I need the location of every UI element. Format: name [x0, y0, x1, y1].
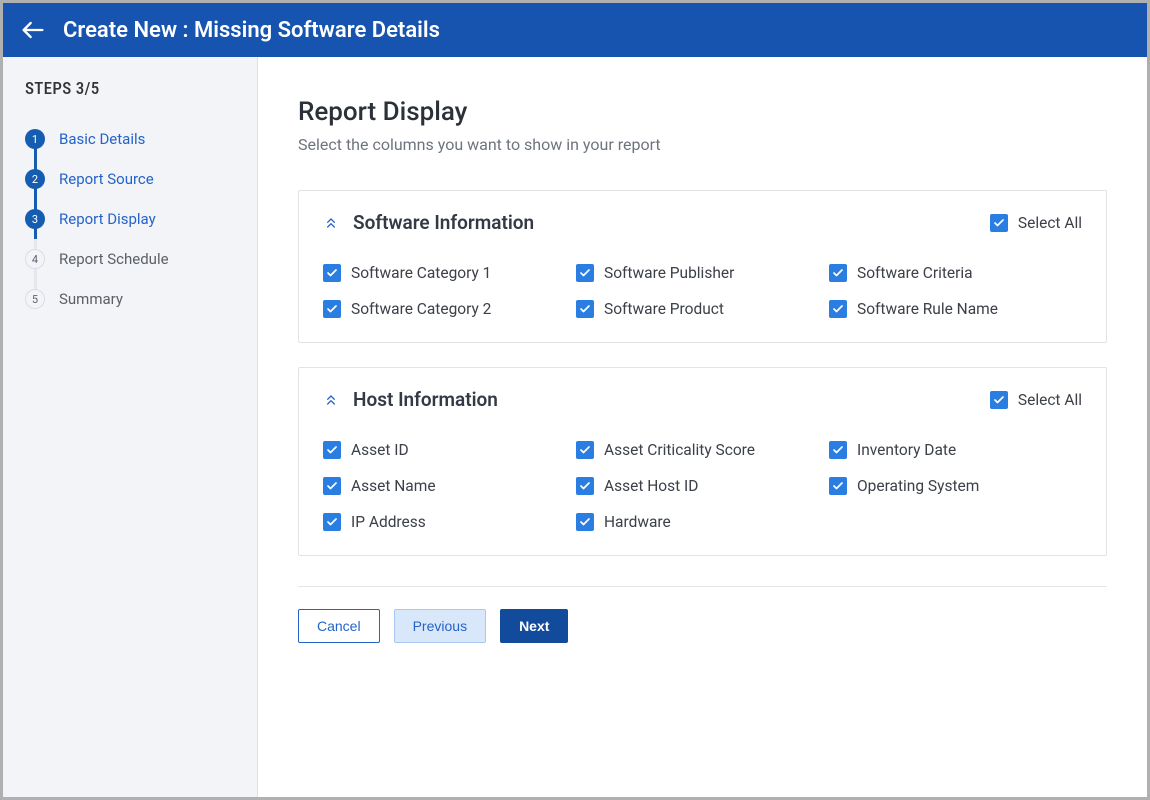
column-checkbox[interactable]: Operating System: [829, 477, 1082, 495]
column-label: Software Rule Name: [857, 300, 998, 318]
column-checkbox[interactable]: Asset Name: [323, 477, 576, 495]
select-all-checkbox[interactable]: Select All: [990, 391, 1082, 409]
checkbox-icon: [829, 264, 847, 282]
next-button[interactable]: Next: [500, 609, 568, 643]
step-label: Report Source: [59, 170, 154, 188]
column-label: Software Product: [604, 300, 724, 318]
checkbox-icon: [323, 264, 341, 282]
step-number: 2: [25, 169, 45, 189]
checkbox-icon: [990, 391, 1008, 409]
app-frame: Create New : Missing Software Details ST…: [3, 3, 1147, 797]
column-label: Hardware: [604, 513, 671, 531]
collapse-icon[interactable]: [323, 392, 339, 408]
section-software-information: Software Information Select All Software C…: [298, 190, 1107, 343]
select-all-label: Select All: [1018, 214, 1082, 232]
column-label: Asset Criticality Score: [604, 441, 755, 459]
page-title: Report Display: [298, 97, 1107, 127]
select-all-label: Select All: [1018, 391, 1082, 409]
column-label: Asset ID: [351, 441, 409, 459]
checkbox-icon: [990, 214, 1008, 232]
step-label: Report Schedule: [59, 250, 169, 268]
column-label: IP Address: [351, 513, 426, 531]
column-checkbox[interactable]: Hardware: [576, 513, 829, 531]
checkbox-icon: [576, 477, 594, 495]
column-label: Operating System: [857, 477, 979, 495]
step-number: 1: [25, 129, 45, 149]
previous-button[interactable]: Previous: [394, 609, 486, 643]
step-label: Report Display: [59, 210, 156, 228]
checkbox-icon: [323, 477, 341, 495]
column-label: Software Publisher: [604, 264, 734, 282]
step-report-display[interactable]: 3 Report Display: [25, 199, 241, 239]
checkbox-icon: [829, 477, 847, 495]
column-label: Software Criteria: [857, 264, 973, 282]
checkbox-icon: [576, 441, 594, 459]
columns-grid: Asset ID Asset Criticality Score Inventory…: [323, 441, 1082, 531]
page-header: Create New : Missing Software Details: [3, 3, 1147, 57]
column-checkbox[interactable]: Software Criteria: [829, 264, 1082, 282]
back-arrow-icon[interactable]: [19, 16, 47, 44]
header-title: Create New : Missing Software Details: [63, 18, 440, 43]
collapse-icon[interactable]: [323, 215, 339, 231]
column-checkbox[interactable]: Software Category 2: [323, 300, 576, 318]
steps-sidebar: STEPS 3/5 1Basic Details2Report Source3R…: [3, 57, 258, 797]
select-all-checkbox[interactable]: Select All: [990, 214, 1082, 232]
section-title: Host Information: [353, 388, 498, 411]
checkbox-icon: [576, 264, 594, 282]
checkbox-icon: [323, 300, 341, 318]
column-checkbox[interactable]: Software Category 1: [323, 264, 576, 282]
checkbox-icon: [323, 513, 341, 531]
step-summary[interactable]: 5 Summary: [25, 279, 241, 319]
column-label: Software Category 1: [351, 264, 491, 282]
column-checkbox[interactable]: Inventory Date: [829, 441, 1082, 459]
column-checkbox[interactable]: Software Publisher: [576, 264, 829, 282]
wizard-footer: Cancel Previous Next: [298, 609, 1107, 643]
column-checkbox[interactable]: Asset Host ID: [576, 477, 829, 495]
main-content: Report Display Select the columns you wa…: [258, 57, 1147, 797]
column-checkbox[interactable]: Software Rule Name: [829, 300, 1082, 318]
checkbox-icon: [829, 441, 847, 459]
section-title: Software Information: [353, 211, 534, 234]
steps-list: 1 Basic Details 2 Report Source 3 Report Disp…: [25, 119, 241, 319]
step-number: 5: [25, 289, 45, 309]
checkbox-icon: [323, 441, 341, 459]
column-label: Software Category 2: [351, 300, 491, 318]
column-label: Asset Name: [351, 477, 436, 495]
columns-grid: Software Category 1 Software Publisher Sof…: [323, 264, 1082, 318]
section-host-information: Host InformationSelect AllAsset IDAsset …: [298, 367, 1107, 556]
step-label: Summary: [59, 290, 123, 308]
step-number: 4: [25, 249, 45, 269]
column-checkbox[interactable]: Asset ID: [323, 441, 576, 459]
step-report-schedule[interactable]: 4 Report Schedule: [25, 239, 241, 279]
step-number: 3: [25, 209, 45, 229]
step-report-source[interactable]: 2 Report Source: [25, 159, 241, 199]
checkbox-icon: [576, 513, 594, 531]
cancel-button[interactable]: Cancel: [298, 609, 380, 643]
step-label: Basic Details: [59, 130, 145, 148]
step-basic-details[interactable]: 1 Basic Details: [25, 119, 241, 159]
column-checkbox[interactable]: Software Product: [576, 300, 829, 318]
column-checkbox[interactable]: IP Address: [323, 513, 576, 531]
column-checkbox[interactable]: Asset Criticality Score: [576, 441, 829, 459]
steps-counter: STEPS 3/5: [25, 79, 241, 99]
checkbox-icon: [576, 300, 594, 318]
checkbox-icon: [829, 300, 847, 318]
column-label: Inventory Date: [857, 441, 956, 459]
column-label: Asset Host ID: [604, 477, 698, 495]
footer-divider: [298, 586, 1107, 587]
page-subtitle: Select the columns you want to show in y…: [298, 135, 1107, 154]
